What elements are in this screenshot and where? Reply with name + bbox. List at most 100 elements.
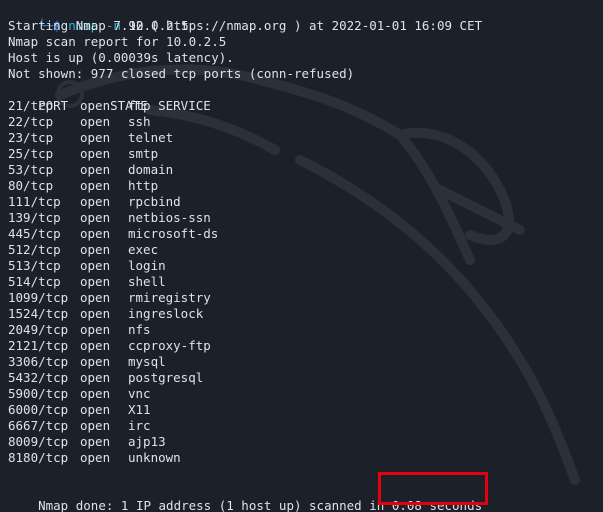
service-cell: smtp — [128, 146, 159, 161]
state-cell: open — [80, 306, 111, 321]
port-cell: 8009/tcp — [8, 434, 69, 449]
table-row: 512/tcp open exec — [8, 242, 158, 258]
state-cell: open — [80, 322, 111, 337]
service-cell: ftp — [128, 98, 151, 113]
service-cell: login — [128, 258, 166, 273]
table-row: 25/tcp open smtp — [8, 146, 158, 162]
port-table-header: PORT STATE SERVICE — [8, 82, 211, 113]
table-row: 5432/tcp open postgresql — [8, 370, 203, 386]
port-cell: 445/tcp — [8, 226, 61, 241]
service-cell: rmiregistry — [128, 290, 211, 305]
state-cell: open — [80, 418, 111, 433]
port-cell: 513/tcp — [8, 258, 61, 273]
state-cell: open — [80, 274, 111, 289]
port-cell: 111/tcp — [8, 194, 61, 209]
table-row: 8180/tcp open unknown — [8, 450, 181, 466]
table-row: 80/tcp open http — [8, 178, 158, 194]
table-row: 5900/tcp open vnc — [8, 386, 151, 402]
port-cell: 53/tcp — [8, 162, 54, 177]
port-cell: 6000/tcp — [8, 402, 69, 417]
state-cell: open — [80, 290, 111, 305]
scan-summary-text: Nmap done: 1 IP address (1 host up) scan… — [38, 498, 392, 512]
port-cell: 514/tcp — [8, 274, 61, 289]
service-cell: telnet — [128, 130, 174, 145]
table-row: 8009/tcp open ajp13 — [8, 434, 166, 450]
output-line-not-shown: Not shown: 977 closed tcp ports (conn-re… — [8, 66, 355, 81]
port-cell: 139/tcp — [8, 210, 61, 225]
state-cell: open — [80, 162, 111, 177]
scan-summary-line: Nmap done: 1 IP address (1 host up) scan… — [8, 482, 482, 512]
table-row: 21/tcp open ftp — [8, 98, 151, 114]
service-cell: ingreslock — [128, 306, 204, 321]
service-cell: netbios-ssn — [128, 210, 211, 225]
port-cell: 1099/tcp — [8, 290, 69, 305]
state-cell: open — [80, 194, 111, 209]
state-cell: open — [80, 114, 111, 129]
service-cell: nfs — [128, 322, 151, 337]
table-row: 6000/tcp open X11 — [8, 402, 151, 418]
port-cell: 23/tcp — [8, 130, 54, 145]
service-cell: http — [128, 178, 159, 193]
table-row: 6667/tcp open irc — [8, 418, 151, 434]
port-cell: 80/tcp — [8, 178, 54, 193]
service-cell: domain — [128, 162, 174, 177]
port-cell: 1524/tcp — [8, 306, 69, 321]
service-cell: rpcbind — [128, 194, 181, 209]
service-cell: ccproxy-ftp — [128, 338, 211, 353]
state-cell: open — [80, 338, 111, 353]
service-cell: shell — [128, 274, 166, 289]
service-cell: microsoft-ds — [128, 226, 219, 241]
service-cell: irc — [128, 418, 151, 433]
table-row: 513/tcp open login — [8, 258, 166, 274]
table-row: 2121/tcp open ccproxy-ftp — [8, 338, 211, 354]
table-row: 111/tcp open rpcbind — [8, 194, 181, 210]
state-cell: open — [80, 354, 111, 369]
state-cell: open — [80, 434, 111, 449]
state-cell: open — [80, 226, 111, 241]
output-line-report: Nmap scan report for 10.0.2.5 — [8, 34, 227, 49]
port-cell: 2049/tcp — [8, 322, 69, 337]
service-cell: ajp13 — [128, 434, 166, 449]
table-row: 445/tcp open microsoft-ds — [8, 226, 218, 242]
state-cell: open — [80, 98, 111, 113]
table-row: 139/tcp open netbios-ssn — [8, 210, 211, 226]
table-row: 23/tcp open telnet — [8, 130, 173, 146]
port-cell: 5432/tcp — [8, 370, 69, 385]
service-cell: postgresql — [128, 370, 204, 385]
service-cell: vnc — [128, 386, 151, 401]
port-cell: 2121/tcp — [8, 338, 69, 353]
table-row: 22/tcp open ssh — [8, 114, 151, 130]
port-cell: 25/tcp — [8, 146, 54, 161]
table-row: 3306/tcp open mysql — [8, 354, 166, 370]
service-cell: exec — [128, 242, 159, 257]
state-cell: open — [80, 242, 111, 257]
port-cell: 22/tcp — [8, 114, 54, 129]
state-cell: open — [80, 450, 111, 465]
terminal-window[interactable]: └─$ nmap -n 10.0.2.5 Starting Nmap 7.92 … — [0, 0, 603, 512]
port-cell: 6667/tcp — [8, 418, 69, 433]
state-cell: open — [80, 146, 111, 161]
output-line-host-status: Host is up (0.00039s latency). — [8, 50, 234, 65]
port-cell: 5900/tcp — [8, 386, 69, 401]
table-row: 1099/tcp open rmiregistry — [8, 290, 211, 306]
table-row: 514/tcp open shell — [8, 274, 166, 290]
state-cell: open — [80, 178, 111, 193]
output-line-start: Starting Nmap 7.92 ( https://nmap.org ) … — [8, 18, 483, 33]
service-cell: mysql — [128, 354, 166, 369]
state-cell: open — [80, 130, 111, 145]
table-row: 1524/tcp open ingreslock — [8, 306, 203, 322]
state-cell: open — [80, 210, 111, 225]
service-cell: X11 — [128, 402, 151, 417]
state-cell: open — [80, 370, 111, 385]
port-cell: 3306/tcp — [8, 354, 69, 369]
state-cell: open — [80, 258, 111, 273]
port-cell: 8180/tcp — [8, 450, 69, 465]
port-cell: 21/tcp — [8, 98, 54, 113]
service-cell: unknown — [128, 450, 181, 465]
state-cell: open — [80, 402, 111, 417]
state-cell: open — [80, 386, 111, 401]
scan-duration: 0.08 seconds — [391, 498, 483, 512]
table-row: 53/tcp open domain — [8, 162, 173, 178]
service-cell: ssh — [128, 114, 151, 129]
table-row: 2049/tcp open nfs — [8, 322, 151, 338]
